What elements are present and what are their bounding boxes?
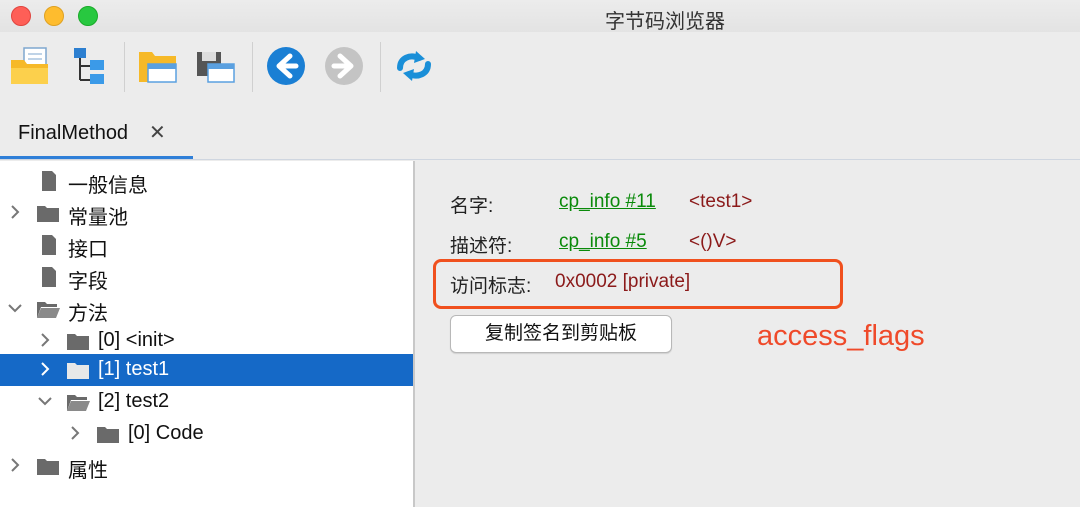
open-folder-icon (67, 395, 90, 411)
name-cp-info-link[interactable]: cp_info #11 (559, 191, 656, 213)
chevron-down-icon[interactable] (6, 299, 24, 317)
tree-structure-icon (74, 48, 104, 84)
open-folder-icon (37, 302, 60, 318)
tree-item-methods[interactable]: 方法 (0, 293, 413, 325)
folder-icon (97, 427, 119, 443)
back-arrow-icon (267, 47, 305, 85)
tree-item-method-init[interactable]: [0] <init> (0, 325, 413, 357)
tree-item-fields[interactable]: 字段 (0, 261, 413, 293)
file-icon (42, 267, 56, 287)
tree-item-label: 字段 (68, 271, 108, 293)
tree-item-code[interactable]: [0] Code (0, 418, 413, 450)
class-tree[interactable]: 一般信息 常量池 接口 字段 方法 [0] <init> [1] test1 [… (0, 161, 413, 507)
forward-arrow-icon (325, 47, 363, 85)
folder-icon (37, 206, 59, 222)
name-value: <test1> (689, 191, 753, 212)
tree-view-button[interactable] (68, 44, 112, 88)
title-bar: 字节码浏览器 (0, 0, 1080, 33)
chevron-right-icon[interactable] (36, 360, 54, 378)
refresh-icon (397, 51, 431, 81)
tab-bar-border (0, 159, 1080, 160)
folder-icon (67, 334, 89, 350)
back-button[interactable] (264, 44, 308, 88)
access-flags-annotation: access_flags (757, 320, 925, 352)
tree-item-method-test2[interactable]: [2] test2 (0, 386, 413, 418)
folder-icon (37, 459, 59, 475)
tab-finalmethod[interactable]: FinalMethod ✕ (0, 100, 193, 160)
chevron-right-icon[interactable] (6, 456, 24, 474)
file-icon (42, 171, 56, 191)
toolbar-separator (252, 42, 253, 92)
tree-item-interfaces[interactable]: 接口 (0, 229, 413, 261)
tab-close-icon[interactable]: ✕ (149, 120, 166, 145)
tree-item-label: 常量池 (68, 207, 128, 229)
folder-icon (67, 363, 89, 379)
tree-item-general-info[interactable]: 一般信息 (0, 165, 413, 197)
toolbar (0, 32, 1080, 100)
save-button[interactable] (194, 44, 238, 88)
tree-item-label: [0] Code (128, 422, 204, 444)
tree-item-label: [0] <init> (98, 329, 175, 351)
descriptor-label: 描述符: (450, 236, 513, 257)
copy-signature-button[interactable]: 复制签名到剪贴板 (450, 315, 672, 353)
open-file-button[interactable] (8, 44, 52, 88)
tree-item-constant-pool[interactable]: 常量池 (0, 197, 413, 229)
chevron-right-icon[interactable] (36, 331, 54, 349)
tree-item-attributes[interactable]: 属性 (0, 450, 413, 482)
forward-button[interactable] (322, 44, 366, 88)
chevron-right-icon[interactable] (6, 203, 24, 221)
access-flags-highlight (433, 259, 843, 309)
tab-label: FinalMethod (18, 122, 129, 144)
open-file-icon (11, 47, 48, 84)
tree-item-label: 一般信息 (68, 175, 148, 197)
tree-item-label: 接口 (68, 239, 108, 261)
file-icon (42, 235, 56, 255)
descriptor-cp-info-link[interactable]: cp_info #5 (559, 231, 647, 253)
descriptor-value: <()V> (689, 231, 737, 252)
tree-item-label: 方法 (68, 303, 108, 325)
tree-item-method-test1[interactable]: [1] test1 (0, 354, 413, 386)
tab-bar: FinalMethod ✕ (0, 100, 1080, 160)
tree-item-label: 属性 (68, 460, 108, 482)
tree-item-label: [2] test2 (98, 390, 170, 412)
open-folder-icon (139, 52, 177, 83)
toolbar-separator (380, 42, 381, 92)
refresh-button[interactable] (392, 44, 436, 88)
tree-item-label: [1] test1 (98, 358, 170, 380)
open-folder-button[interactable] (136, 44, 180, 88)
chevron-right-icon[interactable] (66, 424, 84, 442)
save-icon (197, 52, 235, 83)
window-title: 字节码浏览器 (605, 11, 725, 33)
toolbar-separator (124, 42, 125, 92)
chevron-down-icon[interactable] (36, 392, 54, 410)
name-label: 名字: (450, 196, 494, 217)
